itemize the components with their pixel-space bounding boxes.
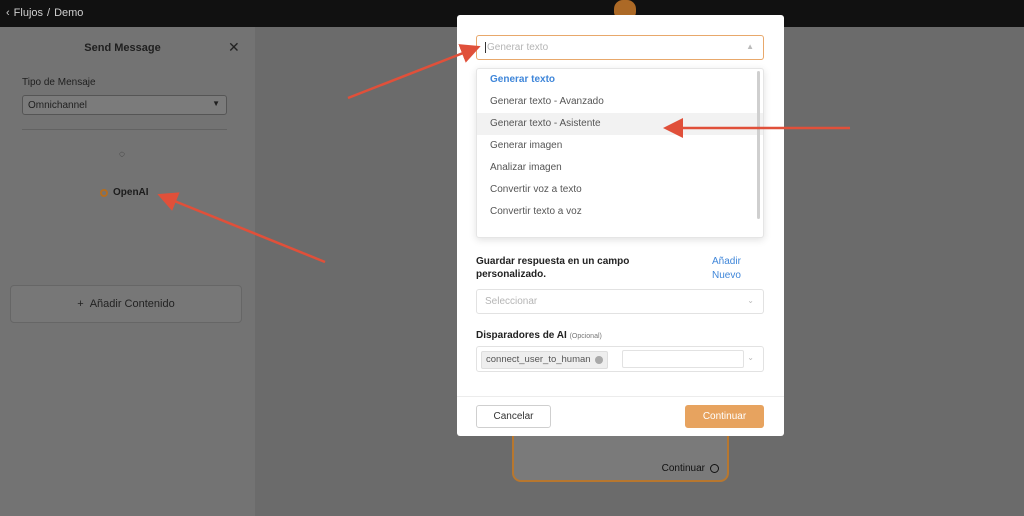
chevron-down-icon: ⌄ <box>747 353 754 362</box>
option-generar-texto-avanzado[interactable]: Generar texto - Avanzado <box>477 91 763 113</box>
openai-action-modal: Generar texto ▲ Generar texto Generar te… <box>457 15 784 436</box>
message-type-label: Tipo de Mensaje <box>22 77 96 88</box>
option-generar-texto[interactable]: Generar texto <box>477 69 763 91</box>
openai-content-item[interactable]: OpenAI <box>100 187 149 198</box>
send-message-panel: Send Message ✕ Tipo de Mensaje Omnichann… <box>0 27 255 516</box>
option-generar-texto-asistente[interactable]: Generar texto - Asistente <box>477 113 763 135</box>
action-search-input[interactable]: Generar texto ▲ <box>476 35 764 60</box>
flow-node-card[interactable]: Continuar <box>512 430 729 482</box>
save-response-label: Guardar respuesta en un campo personaliz… <box>476 256 630 280</box>
openai-label: OpenAI <box>113 187 149 198</box>
action-dropdown-list: Generar texto Generar texto - Avanzado G… <box>476 68 764 238</box>
option-generar-imagen[interactable]: Generar imagen <box>477 135 763 157</box>
divider <box>22 129 227 130</box>
breadcrumb-current: Demo <box>54 7 84 19</box>
chevron-down-icon: ⌄ <box>747 296 754 305</box>
message-type-value: Omnichannel <box>28 100 87 111</box>
custom-field-select[interactable]: Seleccionar ⌄ <box>476 289 764 314</box>
option-convertir-voz-a-texto[interactable]: Convertir voz a texto <box>477 179 763 201</box>
node-continue-label: Continuar <box>661 463 705 474</box>
trigger-tag-label: connect_user_to_human <box>486 354 591 365</box>
close-icon[interactable]: ✕ <box>228 39 240 56</box>
remove-tag-icon[interactable] <box>594 356 603 364</box>
breadcrumb: ‹ Flujos / Demo <box>6 7 83 19</box>
action-search-placeholder: Generar texto <box>487 42 549 54</box>
message-type-select[interactable]: Omnichannel ▼ <box>22 95 227 115</box>
caret-down-icon: ▼ <box>212 99 220 108</box>
panel-title: Send Message <box>84 42 161 54</box>
ai-triggers-title: Disparadores de AI <box>476 330 567 341</box>
trigger-input[interactable] <box>622 350 744 368</box>
node-continue[interactable]: Continuar <box>662 463 719 474</box>
continue-button[interactable]: Continuar <box>685 405 764 428</box>
add-content-button[interactable]: + Añadir Contenido <box>10 285 242 323</box>
plus-icon: + <box>77 298 84 310</box>
cancel-button[interactable]: Cancelar <box>476 405 551 428</box>
dropdown-scrollbar[interactable] <box>757 71 760 219</box>
caret-up-icon: ▲ <box>746 42 754 51</box>
text-cursor <box>485 42 486 53</box>
trigger-tag: connect_user_to_human <box>481 351 608 369</box>
connector-circle-icon[interactable] <box>710 464 719 473</box>
add-new-link[interactable]: Añadir Nuevo <box>712 255 752 283</box>
option-analizar-imagen[interactable]: Analizar imagen <box>477 157 763 179</box>
add-content-label: Añadir Contenido <box>89 298 175 310</box>
chat-bubble-icon: ◌ <box>119 149 125 160</box>
breadcrumb-separator: / <box>47 7 51 19</box>
ai-triggers-label: Disparadores de AI (Opcional) <box>476 330 602 341</box>
openai-icon <box>100 188 108 197</box>
chevron-left-icon[interactable]: ‹ <box>6 7 10 19</box>
optional-note: (Opcional) <box>569 333 602 340</box>
option-convertir-texto-a-voz[interactable]: Convertir texto a voz <box>477 201 763 223</box>
breadcrumb-flows-link[interactable]: Flujos <box>14 7 43 19</box>
custom-field-placeholder: Seleccionar <box>485 296 538 307</box>
ai-triggers-select[interactable]: connect_user_to_human ⌄ <box>476 346 764 372</box>
footer-divider <box>457 396 784 397</box>
